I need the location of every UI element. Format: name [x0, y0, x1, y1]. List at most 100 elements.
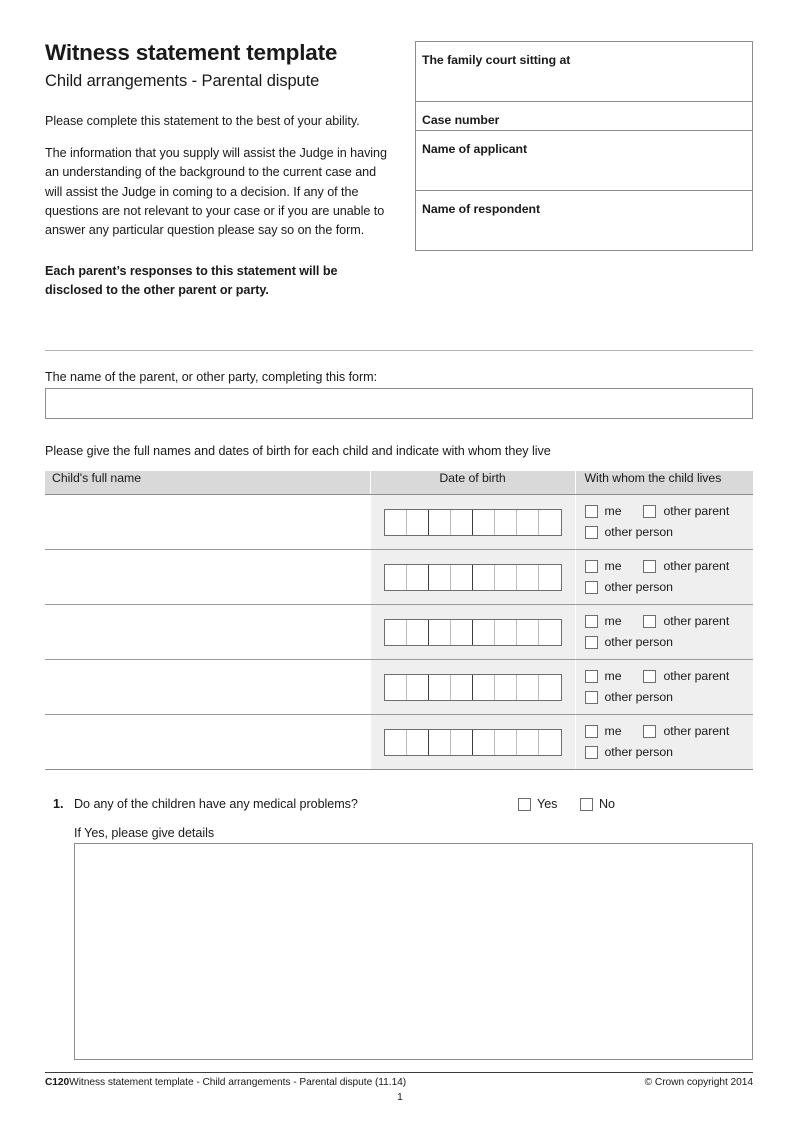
- date-digit-box[interactable]: [451, 674, 473, 700]
- lives-with-option[interactable]: me: [584, 504, 622, 518]
- checkbox-icon[interactable]: [580, 797, 593, 811]
- date-digit-box[interactable]: [385, 619, 407, 645]
- respondent-name-field[interactable]: Name of respondent: [416, 191, 752, 250]
- checkbox-icon[interactable]: [584, 745, 598, 759]
- checkbox-icon[interactable]: [584, 690, 598, 704]
- lives-with-option[interactable]: other parent: [643, 504, 729, 518]
- date-digit-box[interactable]: [517, 619, 539, 645]
- date-digit-box[interactable]: [539, 565, 561, 590]
- date-digit-box[interactable]: [473, 619, 495, 645]
- date-digit-box[interactable]: [385, 674, 407, 700]
- date-digit-box[interactable]: [451, 509, 473, 535]
- question-1-details-textarea[interactable]: [74, 843, 753, 1060]
- case-number-field[interactable]: Case number: [416, 102, 752, 131]
- child-name-input[interactable]: [45, 604, 371, 660]
- checkbox-icon[interactable]: [584, 559, 598, 573]
- date-digit-box[interactable]: [429, 509, 451, 535]
- lives-with-row-2: other person: [584, 522, 754, 543]
- date-digit-box[interactable]: [517, 564, 539, 590]
- checkbox-icon[interactable]: [584, 580, 598, 594]
- children-instruction: Please give the full names and dates of …: [45, 444, 551, 458]
- date-digit-box[interactable]: [473, 509, 495, 535]
- lives-with-option[interactable]: me: [584, 669, 622, 683]
- lives-with-option[interactable]: me: [584, 559, 622, 573]
- checkbox-icon[interactable]: [643, 504, 657, 518]
- lives-with-option[interactable]: me: [584, 614, 622, 628]
- date-digit-box[interactable]: [495, 564, 517, 590]
- lives-with-row-1: me other parent: [584, 501, 754, 522]
- table-row: me other parent other person: [45, 549, 753, 605]
- checkbox-icon[interactable]: [584, 669, 598, 683]
- date-of-birth-boxes[interactable]: [383, 728, 562, 756]
- date-digit-box[interactable]: [385, 729, 407, 755]
- date-digit-box[interactable]: [517, 674, 539, 700]
- date-digit-box[interactable]: [539, 510, 561, 535]
- date-digit-box[interactable]: [429, 729, 451, 755]
- lives-with-option[interactable]: me: [584, 724, 622, 738]
- date-of-birth-boxes[interactable]: [383, 508, 562, 536]
- child-name-input[interactable]: [45, 659, 371, 715]
- question-1-yes-option[interactable]: Yes: [518, 797, 557, 811]
- lives-with-option[interactable]: other parent: [643, 614, 729, 628]
- date-digit-box[interactable]: [407, 619, 429, 645]
- lives-with-option[interactable]: other parent: [643, 724, 729, 738]
- children-table-head: Child's full name Date of birth With who…: [45, 471, 753, 495]
- date-digit-box[interactable]: [429, 619, 451, 645]
- date-of-birth-boxes[interactable]: [383, 563, 562, 591]
- date-digit-box[interactable]: [407, 509, 429, 535]
- date-digit-box[interactable]: [451, 729, 473, 755]
- children-table-body: me other parent other person me other parent…: [45, 494, 754, 770]
- date-digit-box[interactable]: [473, 564, 495, 590]
- date-digit-box[interactable]: [517, 729, 539, 755]
- date-digit-box[interactable]: [539, 620, 561, 645]
- checkbox-icon[interactable]: [584, 635, 598, 649]
- date-digit-box[interactable]: [539, 675, 561, 700]
- date-digit-box[interactable]: [385, 564, 407, 590]
- date-digit-box[interactable]: [429, 564, 451, 590]
- checkbox-icon[interactable]: [643, 614, 657, 628]
- date-digit-box[interactable]: [495, 729, 517, 755]
- lives-with-option[interactable]: other person: [584, 635, 673, 649]
- date-digit-box[interactable]: [539, 730, 561, 755]
- lives-with-option[interactable]: other person: [584, 745, 673, 759]
- lives-with-option[interactable]: other person: [584, 525, 673, 539]
- date-digit-box[interactable]: [473, 674, 495, 700]
- date-digit-box[interactable]: [495, 619, 517, 645]
- checkbox-icon[interactable]: [643, 559, 657, 573]
- checkbox-icon[interactable]: [584, 525, 598, 539]
- checkbox-icon[interactable]: [584, 724, 598, 738]
- court-sitting-at-label: The family court sitting at: [422, 53, 571, 67]
- child-name-input[interactable]: [45, 494, 371, 550]
- date-digit-box[interactable]: [385, 509, 407, 535]
- parent-name-input[interactable]: [45, 388, 753, 419]
- lives-with-option[interactable]: other person: [584, 580, 673, 594]
- date-digit-box[interactable]: [407, 564, 429, 590]
- lives-with-option[interactable]: other parent: [643, 559, 729, 573]
- date-digit-box[interactable]: [407, 674, 429, 700]
- checkbox-icon[interactable]: [643, 669, 657, 683]
- footer-rule: [45, 1072, 753, 1073]
- child-name-input[interactable]: [45, 549, 371, 605]
- date-digit-box[interactable]: [451, 619, 473, 645]
- column-header-child-name: Child's full name: [45, 471, 371, 495]
- date-digit-box[interactable]: [407, 729, 429, 755]
- checkbox-icon[interactable]: [643, 724, 657, 738]
- court-sitting-at-field[interactable]: The family court sitting at: [416, 42, 752, 102]
- date-digit-box[interactable]: [429, 674, 451, 700]
- date-of-birth-boxes[interactable]: [383, 618, 562, 646]
- lives-with-option[interactable]: other person: [584, 690, 673, 704]
- date-of-birth-boxes[interactable]: [383, 673, 562, 701]
- date-digit-box[interactable]: [495, 509, 517, 535]
- applicant-name-field[interactable]: Name of applicant: [416, 131, 752, 191]
- question-1-no-option[interactable]: No: [580, 797, 615, 811]
- checkbox-icon[interactable]: [584, 614, 598, 628]
- checkbox-icon[interactable]: [518, 797, 531, 811]
- lives-with-option-label: other parent: [663, 669, 730, 683]
- lives-with-option[interactable]: other parent: [643, 669, 729, 683]
- date-digit-box[interactable]: [451, 564, 473, 590]
- date-digit-box[interactable]: [473, 729, 495, 755]
- checkbox-icon[interactable]: [584, 504, 598, 518]
- child-name-input[interactable]: [45, 714, 371, 770]
- date-digit-box[interactable]: [495, 674, 517, 700]
- date-digit-box[interactable]: [517, 509, 539, 535]
